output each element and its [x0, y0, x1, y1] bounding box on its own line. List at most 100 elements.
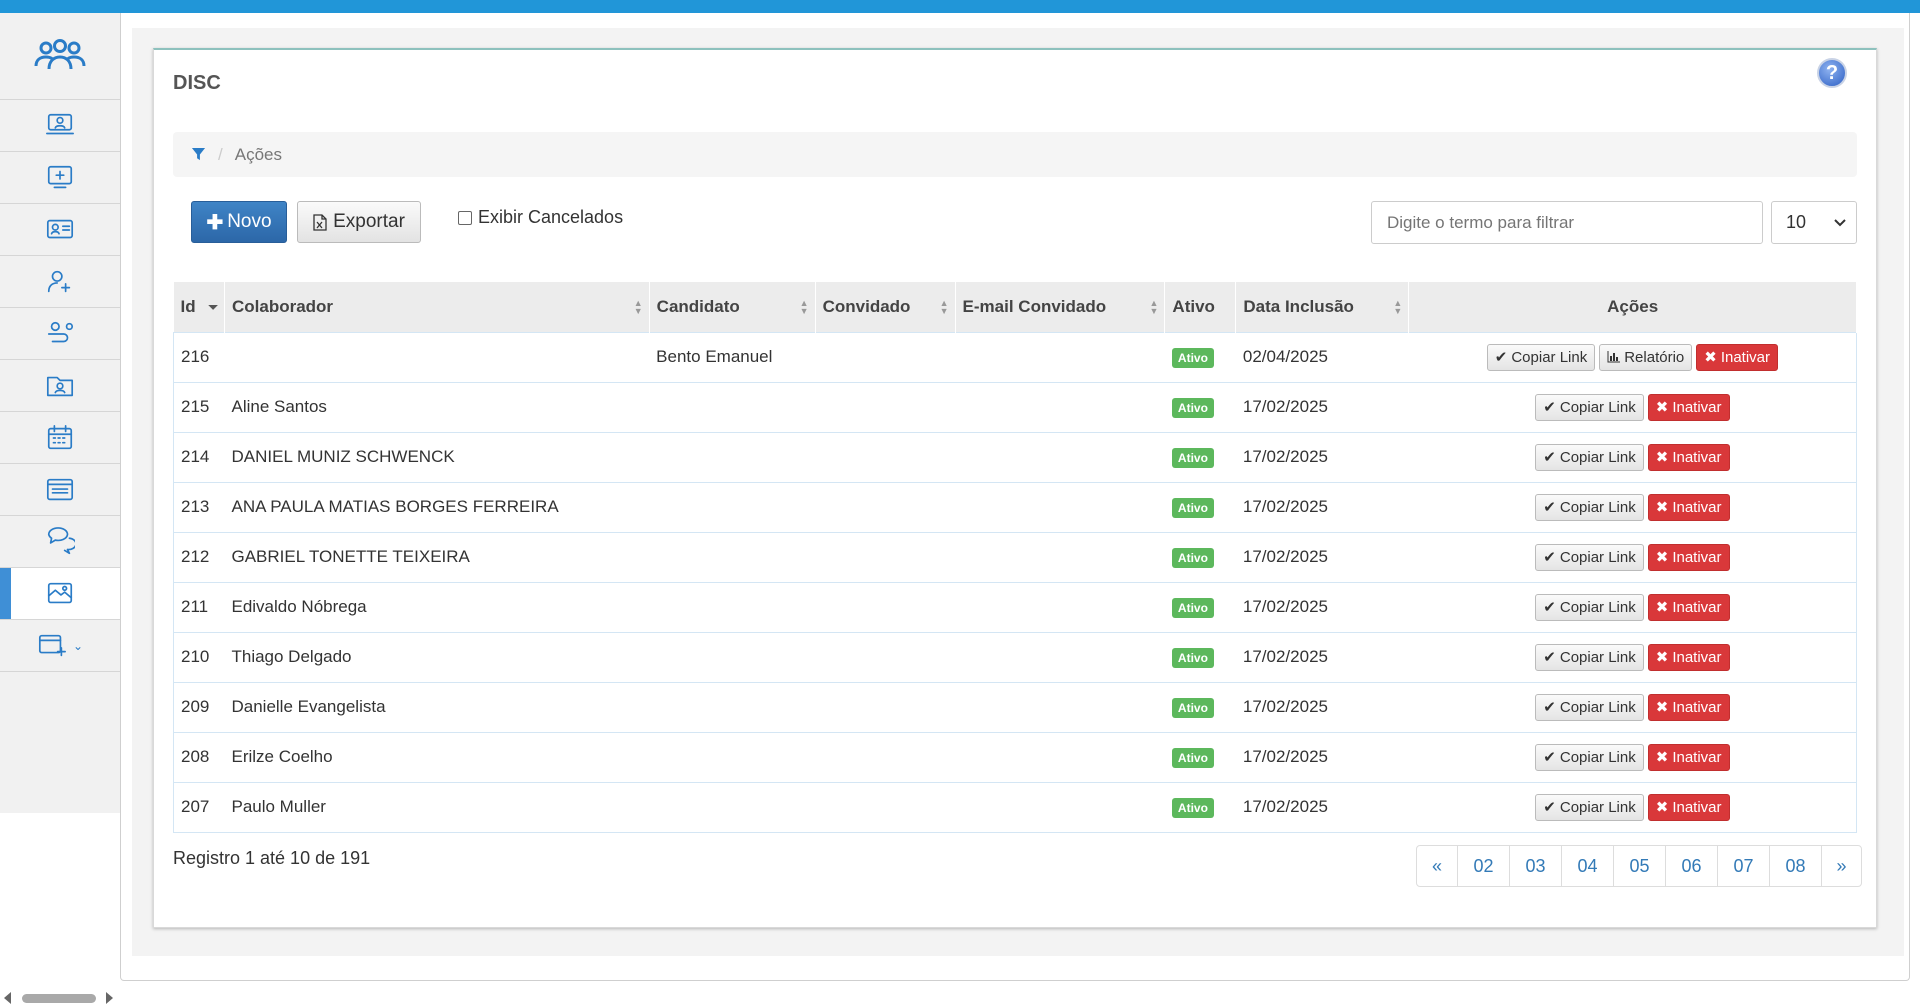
cell-convidado — [815, 582, 955, 632]
record-info: Registro 1 até 10 de 191 — [173, 848, 371, 868]
header-convidado[interactable]: Convidado ▲ ▼ — [815, 282, 956, 332]
copiar-link-button[interactable]: ✔ Copiar Link — [1535, 443, 1644, 471]
cell-candidato: Bento Emanuel — [656, 347, 773, 366]
cell-ativo: Ativo — [1165, 382, 1236, 432]
copiar-link-button[interactable]: ✔ Copiar Link — [1535, 393, 1644, 421]
cell-ativo: Ativo — [1165, 732, 1236, 782]
sidebar-item-9[interactable] — [0, 516, 120, 568]
pager-page[interactable]: 05 — [1613, 846, 1665, 886]
copiar-link-button[interactable]: ✔ Copiar Link — [1535, 643, 1644, 671]
inativar-button[interactable]: ✖ Inativar — [1647, 743, 1730, 771]
puzzle-image-icon — [47, 582, 73, 603]
breadcrumb: / Ações — [173, 132, 1857, 177]
pager-page[interactable]: 02 — [1457, 846, 1509, 886]
page-size-select[interactable]: 10 — [1771, 201, 1857, 244]
pager-page[interactable]: 03 — [1509, 846, 1561, 886]
pager-page[interactable]: 06 — [1665, 846, 1717, 886]
inativar-button[interactable]: ✖ Inativar — [1647, 543, 1730, 571]
pager-page[interactable]: 08 — [1769, 846, 1821, 886]
table-row[interactable]: 213 ANA PAULA MATIAS BORGES FERREIRA Ativo… — [173, 482, 1857, 532]
scroll-left-arrow-icon[interactable] — [4, 992, 11, 1004]
table-row[interactable]: 215 Aline Santos Ativo 17/02/2025 ✔ Copiar Li… — [173, 382, 1857, 432]
sidebar-item-8[interactable] — [0, 464, 120, 516]
monitor-user-icon — [46, 113, 74, 134]
sidebar-item-2[interactable] — [0, 152, 120, 204]
relatorio-button[interactable]: Relatório — [1599, 343, 1693, 371]
sidebar-logo[interactable] — [0, 13, 120, 100]
inativar-button[interactable]: ✖ Inativar — [1647, 393, 1730, 421]
copiar-link-button[interactable]: ✔ Copiar Link — [1535, 543, 1644, 571]
cell-email-convidado — [955, 782, 1165, 832]
cell-email-convidado — [955, 482, 1165, 532]
copiar-link-button[interactable]: ✔ Copiar Link — [1535, 793, 1644, 821]
pager-page[interactable]: 07 — [1717, 846, 1769, 886]
table-row[interactable]: 208 Erilze Coelho Ativo 17/02/2025 ✔ Copiar L… — [173, 732, 1857, 782]
scroll-thumb[interactable] — [22, 994, 96, 1003]
cell-candidato — [649, 632, 815, 682]
copiar-link-button[interactable]: ✔ Copiar Link — [1535, 693, 1644, 721]
close-icon: ✖ — [1655, 699, 1669, 716]
table-row[interactable]: 216 Bento Emanuel Ativo 02/04/2025 ✔ Copiar L… — [173, 332, 1857, 382]
exportar-label: Exportar — [333, 211, 405, 232]
exibir-cancelados-checkbox[interactable] — [458, 210, 472, 225]
cell-convidado — [815, 632, 955, 682]
sidebar-item-7[interactable] — [0, 412, 120, 464]
sidebar-item-4[interactable] — [0, 256, 120, 308]
table-row[interactable]: 214 DANIEL MUNIZ SCHWENCK Ativo 17/02/2025 ✔… — [173, 432, 1857, 482]
cell-convidado — [815, 382, 955, 432]
copiar-link-button[interactable]: ✔ Copiar Link — [1535, 593, 1644, 621]
header-colaborador[interactable]: Colaborador ▲ ▼ — [224, 282, 650, 332]
exibir-cancelados-toggle[interactable]: Exibir Cancelados — [458, 207, 623, 228]
cell-candidato — [649, 582, 815, 632]
inativar-button[interactable]: ✖ Inativar — [1647, 643, 1730, 671]
filter-input[interactable] — [1371, 201, 1763, 244]
inativar-button[interactable]: ✖ Inativar — [1696, 343, 1779, 371]
sidebar-item-11[interactable]: ⌄ — [0, 620, 120, 672]
cell-id: 210 — [181, 647, 210, 666]
inativar-button[interactable]: ✖ Inativar — [1647, 593, 1730, 621]
sidebar-item-1[interactable] — [0, 100, 120, 152]
inativar-button[interactable]: ✖ Inativar — [1647, 793, 1730, 821]
novo-button[interactable]: ✚ Novo — [191, 201, 287, 243]
close-icon: ✖ — [1655, 549, 1669, 566]
horizontal-scrollbar[interactable] — [0, 988, 120, 1008]
cell-data-inclusao: 17/02/2025 — [1242, 697, 1328, 716]
table-row[interactable]: 207 Paulo Muller Ativo 17/02/2025 ✔ Copiar Li… — [173, 782, 1857, 832]
header-email-convidado[interactable]: E-mail Convidado ▲ ▼ — [955, 282, 1166, 332]
cell-id: 213 — [181, 497, 210, 516]
sidebar-item-10[interactable] — [0, 568, 120, 620]
table-row[interactable]: 212 GABRIEL TONETTE TEIXEIRA Ativo 17/02/20… — [173, 532, 1857, 582]
exportar-button[interactable]: Exportar — [297, 201, 421, 243]
cell-colaborador: Erilze Coelho — [231, 747, 333, 766]
table-row[interactable]: 209 Danielle Evangelista Ativo 17/02/2025 ✔ C… — [173, 682, 1857, 732]
copiar-link-button[interactable]: ✔ Copiar Link — [1535, 743, 1644, 771]
inativar-button[interactable]: ✖ Inativar — [1647, 693, 1730, 721]
inativar-button[interactable]: ✖ Inativar — [1647, 443, 1730, 471]
cell-acoes: ✔ Copiar Link ✖ Inativar — [1409, 682, 1857, 732]
header-data-inclusao[interactable]: Data Inclusão ▲ ▼ — [1235, 282, 1410, 332]
header-candidato[interactable]: Candidato ▲ ▼ — [649, 282, 816, 332]
cell-data-inclusao: 17/02/2025 — [1242, 547, 1328, 566]
copiar-link-button[interactable]: ✔ Copiar Link — [1486, 343, 1596, 371]
cell-email-convidado — [955, 432, 1165, 482]
pager-prev[interactable]: « — [1417, 846, 1457, 886]
status-badge: Ativo — [1171, 347, 1214, 368]
exibir-cancelados-label: Exibir Cancelados — [478, 207, 624, 227]
sidebar-item-5[interactable] — [0, 308, 120, 360]
sidebar-item-6[interactable] — [0, 360, 120, 412]
scroll-right-arrow-icon[interactable] — [106, 992, 113, 1004]
cell-colaborador: Aline Santos — [231, 397, 327, 416]
table-row[interactable]: 211 Edivaldo Nóbrega Ativo 17/02/2025 ✔ Copia… — [173, 582, 1857, 632]
check-icon: ✔ — [1543, 599, 1556, 616]
inativar-button[interactable]: ✖ Inativar — [1647, 493, 1730, 521]
close-icon: ✖ — [1655, 599, 1669, 616]
pager-next[interactable]: » — [1821, 846, 1861, 886]
pager-page[interactable]: 04 — [1561, 846, 1613, 886]
filter-icon[interactable] — [191, 147, 206, 162]
header-id[interactable]: Id ⏷ — [173, 282, 225, 332]
sidebar-item-3[interactable] — [0, 204, 120, 256]
table-row[interactable]: 210 Thiago Delgado Ativo 17/02/2025 ✔ Copiar … — [173, 632, 1857, 682]
cell-candidato — [649, 432, 815, 482]
help-icon[interactable]: ? — [1817, 58, 1847, 88]
copiar-link-button[interactable]: ✔ Copiar Link — [1535, 493, 1644, 521]
